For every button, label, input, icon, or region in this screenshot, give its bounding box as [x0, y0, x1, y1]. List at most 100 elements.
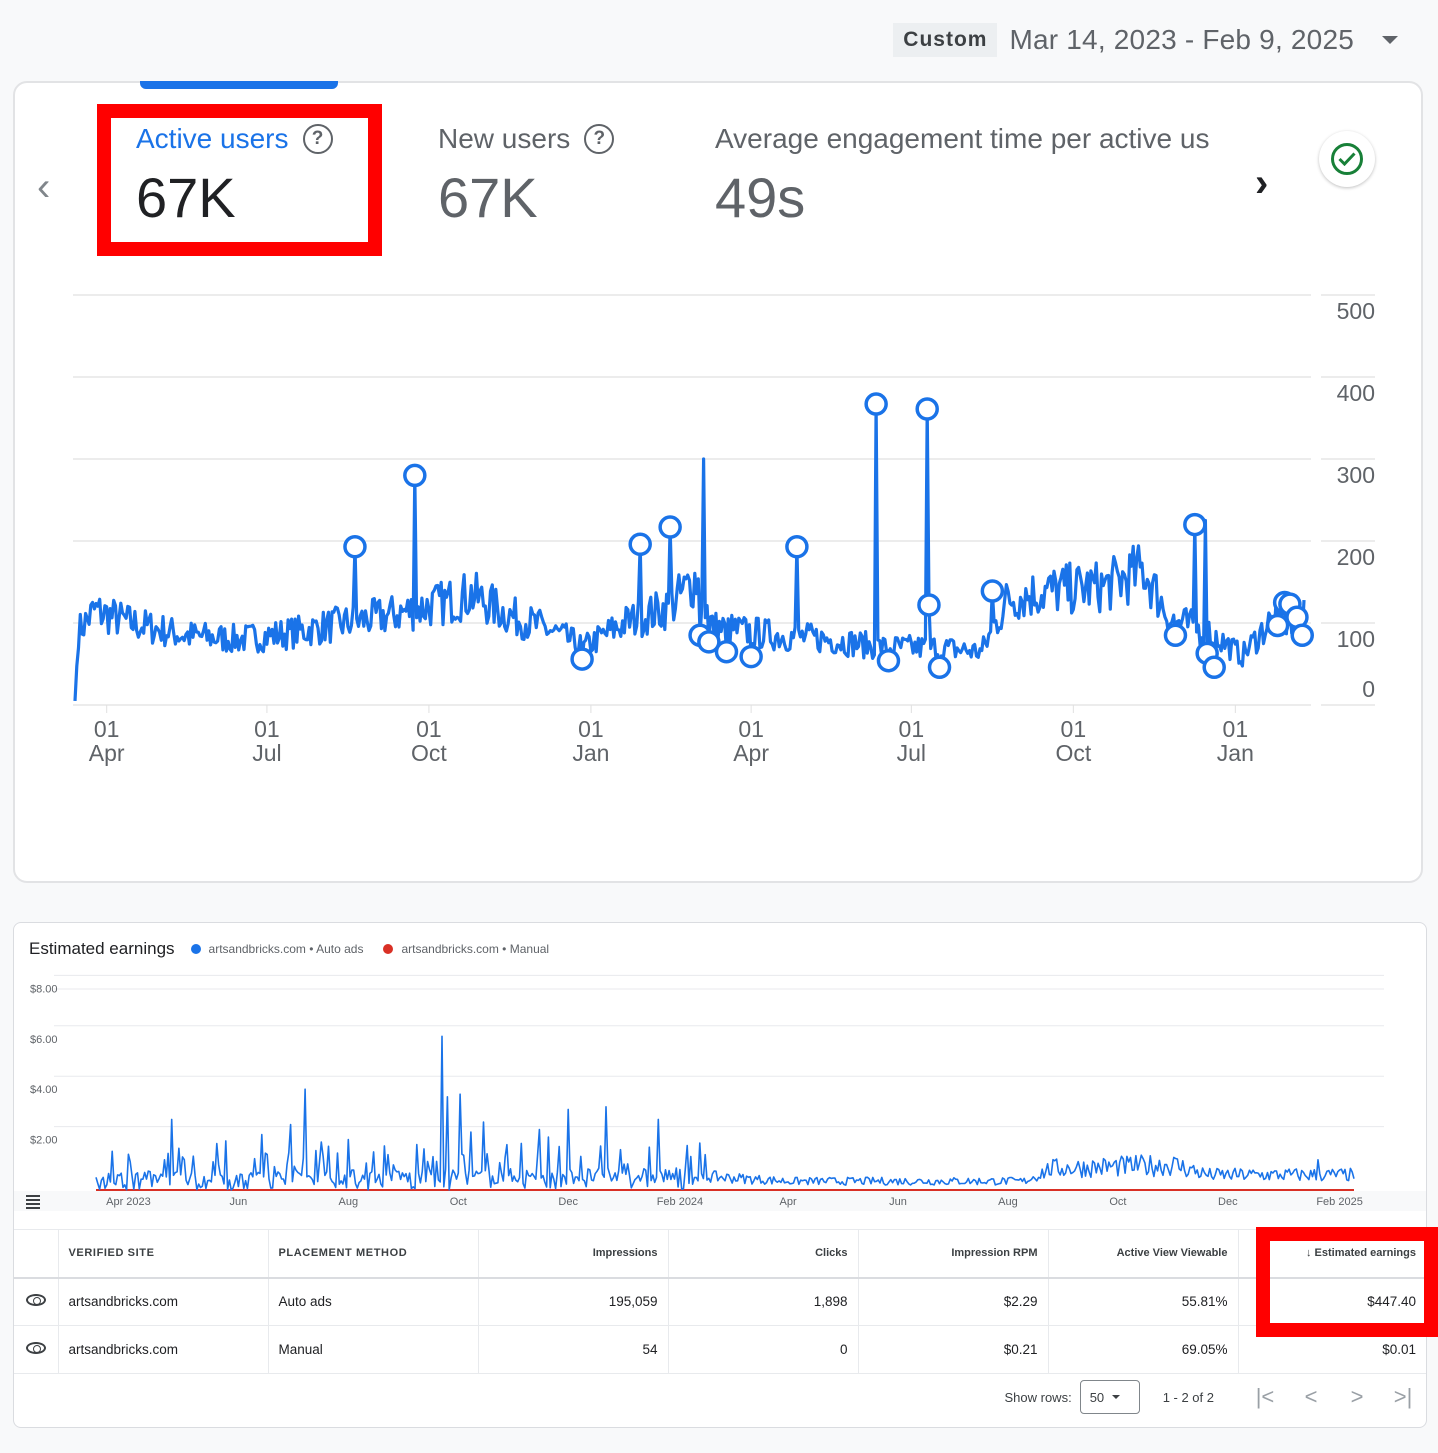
anomaly-marker[interactable] [785, 534, 809, 559]
x-tick-label: Oct [450, 1196, 467, 1208]
y-tick-label: $2.00 [30, 1135, 58, 1147]
anomaly-marker[interactable] [570, 647, 594, 671]
earnings-card: $2.00 $4.00 $6.00 $8.00 Apr 2023 Jun Aug Oct Dec… [13, 922, 1438, 1428]
x-tick-label: Aug [998, 1196, 1018, 1208]
x-tick-month: Apr [89, 740, 125, 766]
rows-per-page-select[interactable]: 50 [1079, 1380, 1140, 1414]
cell-rpm: $0.21 [858, 1325, 1049, 1374]
y-tick-label: $8.00 [30, 983, 58, 995]
sort-desc-icon: ↓ [1305, 1247, 1312, 1260]
column-header-icon [14, 1229, 59, 1279]
column-header-impressions[interactable]: Impressions [478, 1229, 669, 1279]
legend-manual[interactable]: artsandbricks.com • Manual [383, 942, 549, 956]
column-header-rpm[interactable]: Impression RPM [858, 1229, 1049, 1279]
y-tick-label: $4.00 [30, 1084, 58, 1096]
auto-ads-series-line [95, 1035, 1355, 1191]
anomaly-marker[interactable] [1183, 512, 1207, 537]
anomaly-marker[interactable] [1265, 613, 1290, 638]
x-tick-month: Jul [252, 740, 281, 766]
cell-earnings: $447.40 [1238, 1277, 1426, 1326]
eye-icon[interactable] [25, 1342, 46, 1354]
cell-site: artsandbricks.com [58, 1325, 269, 1374]
cell-impressions: 195,059 [478, 1277, 669, 1326]
table-header-row: VERIFIED SITE PLACEMENT METHOD Impressio… [14, 1229, 1426, 1279]
x-tick-month: Jan [1217, 740, 1254, 766]
last-page-icon[interactable]: >| [1380, 1384, 1426, 1410]
x-tick-label: Jun [889, 1196, 907, 1208]
active-users-chart: 010020030040050001Apr01Jul01Oct01Jan01Ap… [73, 294, 1375, 766]
table-row[interactable]: artsandbricks.com Manual 54 0 $0.21 69.0… [14, 1325, 1426, 1374]
pagination: Show rows: 50 1 - 2 of 2 |< < > >| [1004, 1373, 1426, 1421]
x-tick-month: Apr [733, 740, 769, 766]
legend-dot-icon [383, 944, 394, 954]
x-tick-label: Dec [1218, 1196, 1238, 1208]
page-range-text: 1 - 2 of 2 [1162, 1389, 1214, 1405]
anomaly-marker[interactable] [917, 593, 941, 617]
next-page-icon[interactable]: > [1334, 1384, 1380, 1410]
date-preset-chip[interactable]: Custom [893, 23, 998, 57]
eye-icon[interactable] [25, 1294, 46, 1307]
anomaly-marker[interactable] [658, 515, 682, 539]
y-tick-label: 500 [1337, 298, 1375, 324]
y-tick-label: 0 [1362, 676, 1375, 702]
anomaly-marker[interactable] [403, 463, 427, 488]
anomaly-marker[interactable] [714, 639, 739, 664]
cell-earnings: $0.01 [1238, 1325, 1426, 1374]
x-tick-label: Feb 2024 [657, 1196, 703, 1208]
anomaly-marker[interactable] [915, 397, 939, 421]
anomaly-marker[interactable] [1163, 623, 1188, 648]
anomaly-marker[interactable] [739, 644, 763, 669]
anomaly-marker[interactable] [876, 648, 901, 673]
x-tick-day: 01 [254, 716, 280, 742]
column-header-earnings[interactable]: ↓ Estimated earnings [1238, 1229, 1426, 1279]
y-tick-label: $6.00 [30, 1034, 58, 1046]
earnings-title: Estimated earnings [29, 939, 175, 958]
anomaly-marker[interactable] [1202, 655, 1226, 680]
cell-placement: Manual [268, 1325, 479, 1374]
x-tick-label: Apr 2023 [106, 1196, 151, 1208]
cell-clicks: 1,898 [668, 1277, 859, 1326]
date-range-text[interactable]: Mar 14, 2023 - Feb 9, 2025 [1009, 24, 1354, 56]
table-row[interactable]: artsandbricks.com Auto ads 195,059 1,898… [14, 1277, 1426, 1326]
column-header-placement[interactable]: PLACEMENT METHOD [268, 1229, 479, 1279]
x-tick-day: 01 [94, 716, 120, 742]
x-tick-day: 01 [899, 716, 925, 742]
earnings-header: Estimated earnings artsandbricks.com • A… [29, 939, 569, 959]
cell-viewable: 55.81% [1048, 1277, 1239, 1326]
y-tick-label: 100 [1337, 626, 1375, 652]
legend-auto-ads[interactable]: artsandbricks.com • Auto ads [190, 942, 364, 956]
show-rows-label: Show rows: [1004, 1389, 1072, 1405]
anomaly-marker[interactable] [343, 534, 367, 559]
x-tick-day: 01 [1223, 716, 1249, 742]
anomaly-marker[interactable] [628, 532, 652, 557]
x-tick-day: 01 [1061, 716, 1087, 742]
anomaly-marker[interactable] [980, 579, 1005, 603]
y-tick-label: 400 [1337, 380, 1375, 406]
caret-down-icon [1112, 1395, 1121, 1399]
prev-page-icon[interactable]: < [1288, 1384, 1334, 1410]
column-header-clicks[interactable]: Clicks [668, 1229, 859, 1279]
anomaly-marker[interactable] [927, 655, 952, 680]
anomaly-marker[interactable] [864, 392, 888, 416]
column-header-label: Estimated earnings [1314, 1247, 1416, 1260]
x-tick-day: 01 [578, 716, 604, 742]
anomaly-marker[interactable] [1290, 623, 1314, 648]
chart-menu-icon[interactable] [26, 1195, 40, 1211]
x-tick-day: 01 [738, 716, 764, 742]
y-tick-label: 200 [1337, 544, 1375, 570]
active-users-line [73, 402, 1306, 701]
earnings-table: VERIFIED SITE PLACEMENT METHOD Impressio… [14, 1229, 1426, 1374]
date-range-picker[interactable]: Custom Mar 14, 2023 - Feb 9, 2025 [893, 22, 1398, 58]
x-tick-label: Oct [1109, 1196, 1126, 1208]
x-tick-label: Feb 2025 [1316, 1196, 1362, 1208]
legend-label: artsandbricks.com • Auto ads [208, 942, 364, 956]
caret-down-icon[interactable] [1382, 36, 1398, 44]
first-page-icon[interactable]: |< [1242, 1384, 1288, 1410]
column-header-site[interactable]: VERIFIED SITE [58, 1229, 269, 1279]
legend-dot-icon [190, 944, 201, 954]
x-tick-label: Jun [230, 1196, 248, 1208]
column-header-viewable[interactable]: Active View Viewable [1048, 1229, 1239, 1279]
x-tick-day: 01 [416, 716, 442, 742]
cell-placement: Auto ads [268, 1277, 479, 1326]
y-tick-label: 300 [1337, 462, 1375, 488]
